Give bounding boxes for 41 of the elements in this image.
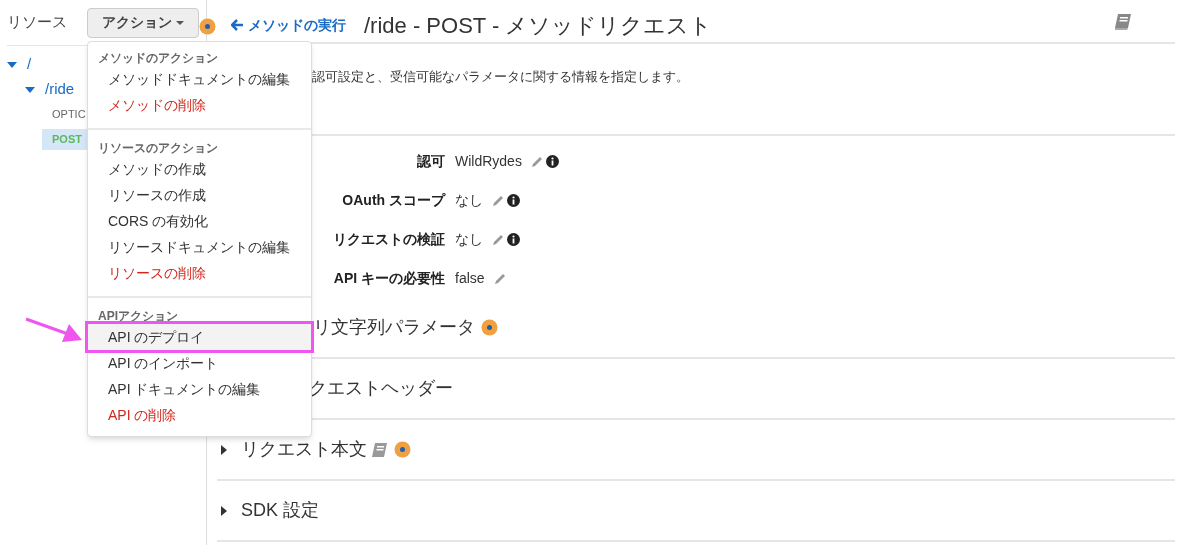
setting-label: OAuth スコープ — [342, 190, 445, 210]
edit-pencil-icon — [492, 271, 506, 285]
description-text: 認可設定と、受信可能なパラメータに関する情報を指定します。 — [312, 69, 689, 84]
tree-resource-item[interactable]: /ride — [45, 78, 75, 101]
menu-item[interactable]: CORS の有効化 — [88, 208, 311, 234]
section-title[interactable]: リ文字列パラメータ — [313, 314, 475, 341]
setting-value: なし — [455, 190, 483, 210]
menu-group-heading: メソッドのアクション — [97, 50, 219, 66]
menu-item[interactable]: リソースドキュメントの編集 — [88, 234, 311, 260]
setting-label: 認可 — [417, 151, 445, 171]
setting-value: WildRydes — [455, 151, 522, 171]
sidebar-title: リソース — [7, 12, 67, 33]
book-icon[interactable] — [1113, 13, 1133, 31]
menu-item[interactable]: API のデプロイ — [88, 324, 311, 350]
setting-value: false — [455, 268, 485, 288]
back-link[interactable]: メソッドの実行 — [231, 14, 346, 36]
menu-group-heading: APIアクション — [97, 308, 179, 324]
menu-item[interactable]: リソースの削除 — [88, 260, 311, 286]
menu-item[interactable]: メソッドの削除 — [88, 92, 311, 118]
setting-label: リクエストの検証 — [333, 229, 445, 249]
menu-item[interactable]: API ドキュメントの編集 — [88, 376, 311, 402]
menu-item[interactable]: メソッドドキュメントの編集 — [88, 66, 311, 92]
edit-pencil-icon — [491, 193, 504, 207]
edit-pencil-icon — [529, 154, 543, 168]
actions-button[interactable]: アクション — [87, 7, 199, 38]
section-title[interactable]: クエストヘッダー — [309, 375, 453, 402]
status-dot-icon — [199, 18, 216, 35]
setting-value: なし — [455, 229, 483, 249]
back-arrow-icon — [231, 19, 244, 31]
section-title[interactable]: SDK 設定 — [241, 497, 319, 524]
menu-group-heading: リソースのアクション — [97, 140, 219, 156]
setting-label: API キーの必要性 — [333, 268, 445, 288]
page-title: /ride - POST - メソッドリクエスト — [364, 11, 713, 40]
menu-item[interactable]: API のインポート — [88, 350, 311, 376]
tree-resource-item[interactable]: / — [27, 53, 32, 76]
caret-icon — [176, 20, 184, 25]
menu-item[interactable]: メソッドの作成 — [88, 156, 311, 182]
edit-pencil-icon — [491, 232, 504, 246]
section-title[interactable]: リクエスト本文 — [241, 436, 367, 463]
menu-item[interactable]: リソースの作成 — [88, 182, 311, 208]
menu-item[interactable]: API の削除 — [88, 402, 311, 428]
